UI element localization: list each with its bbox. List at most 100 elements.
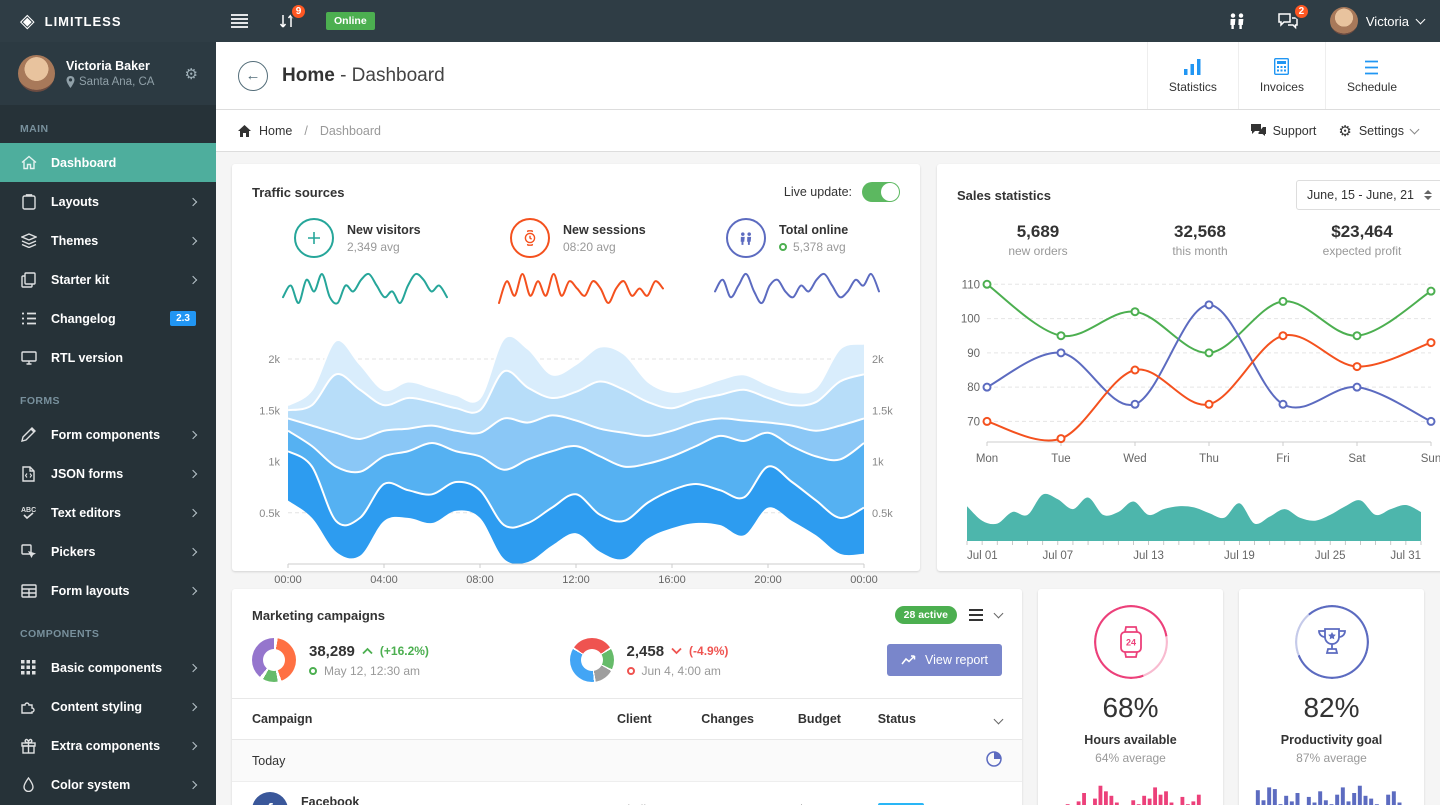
trophy-icon	[1315, 626, 1349, 658]
watch-24-icon: 24	[1116, 625, 1146, 659]
svg-text:20:00: 20:00	[754, 574, 782, 586]
sidebar-item-color-system[interactable]: Color system	[0, 765, 216, 804]
messages-count-badge: 2	[1293, 3, 1310, 20]
sidebar-item-extra-components[interactable]: Extra components	[0, 726, 216, 765]
svg-text:0.5k: 0.5k	[872, 508, 893, 520]
sidebar-item-rtl-version[interactable]: RTL version	[0, 338, 216, 377]
svg-text:Jul 13: Jul 13	[1133, 550, 1164, 562]
col-status[interactable]: Status	[868, 699, 951, 740]
campaign-donut-1	[252, 638, 296, 682]
sidebar-item-form-components[interactable]: Form components	[0, 415, 216, 454]
profile-settings-gear-icon[interactable]: ⚙	[185, 65, 198, 83]
brand[interactable]: ◈ LIMITLESS	[0, 12, 216, 31]
svg-text:Thu: Thu	[1199, 453, 1219, 465]
user-menu[interactable]: Victoria	[1314, 7, 1440, 35]
settings-link[interactable]: ⚙ Settings	[1338, 122, 1418, 140]
updates-count-badge: 9	[290, 3, 307, 20]
sidebar-item-layouts[interactable]: Layouts	[0, 182, 216, 221]
col-budget[interactable]: Budget	[788, 699, 868, 740]
svg-text:90: 90	[967, 348, 980, 360]
chevron-down-icon[interactable]	[994, 715, 1004, 725]
hours-available-card: 24 68% Hours available 64% average	[1038, 589, 1223, 805]
sidebar-item-json-forms[interactable]: JSON forms	[0, 454, 216, 493]
header-actions: Statistics Invoices Schedule	[1147, 42, 1418, 109]
view-report-button[interactable]: View report	[887, 644, 1002, 676]
app-window: ◈ LIMITLESS 9 Online	[0, 0, 1440, 805]
sidebar-item-form-layouts[interactable]: Form layouts	[0, 571, 216, 610]
online-status[interactable]: Online	[311, 0, 390, 42]
table-group-row: Today	[232, 740, 1022, 782]
sidebar-item-themes[interactable]: Themes	[0, 221, 216, 260]
sidebar-toggle-button[interactable]	[216, 0, 263, 42]
breadcrumb-current: Dashboard	[320, 124, 381, 138]
chevron-right-icon	[189, 702, 197, 710]
messages-button[interactable]: 2	[1262, 0, 1314, 42]
sidebar-item-basic-components[interactable]: Basic components	[0, 648, 216, 687]
monthly-sales-chart: Jul 01Jul 07Jul 13Jul 19Jul 25Jul 31	[957, 477, 1440, 561]
sidebar-item-changelog[interactable]: Changelog 2.3	[0, 299, 216, 338]
svg-text:0.5k: 0.5k	[259, 508, 280, 520]
user-avatar	[1330, 7, 1358, 35]
sidebar-item-dashboard[interactable]: Dashboard	[0, 143, 216, 182]
table-row-facebook[interactable]: f Facebook 02:00 - 03:00 Mintlime	[232, 782, 1022, 805]
sidebar-item-pickers[interactable]: Pickers	[0, 532, 216, 571]
this-month-stat: 32,568 this month	[1119, 222, 1281, 258]
hours-bar-chart	[1054, 777, 1207, 805]
svg-text:08:00: 08:00	[466, 574, 494, 586]
profile-location: Santa Ana, CA	[79, 76, 154, 88]
calculator-icon	[1274, 57, 1289, 75]
puzzle-icon	[20, 698, 37, 715]
bar-chart-icon	[1184, 57, 1201, 75]
location-pin-icon	[66, 76, 75, 88]
productivity-bar-chart	[1255, 777, 1408, 805]
live-update-toggle[interactable]	[862, 182, 900, 202]
git-updates-button[interactable]: 9	[263, 0, 311, 42]
col-campaign[interactable]: Campaign	[232, 699, 607, 740]
sales-card-title: Sales statistics	[957, 188, 1051, 203]
svg-text:70: 70	[967, 416, 980, 428]
chevron-down-icon	[1416, 15, 1426, 25]
invoices-action[interactable]: Invoices	[1238, 42, 1325, 109]
col-changes[interactable]: Changes	[691, 699, 788, 740]
sidebar-item-text-editors[interactable]: ABC Text editors	[0, 493, 216, 532]
watch-icon	[510, 218, 550, 258]
svg-text:00:00: 00:00	[850, 574, 878, 586]
watch-ring: 24	[1094, 605, 1168, 679]
col-client[interactable]: Client	[607, 699, 691, 740]
card-menu-icon[interactable]	[969, 609, 983, 621]
campaign-stat-2: 2,458 (-4.9%) Jun 4, 4:00 am	[570, 638, 888, 682]
display-icon	[20, 349, 37, 366]
svg-text:Jul 31: Jul 31	[1390, 550, 1421, 562]
svg-text:1k: 1k	[268, 457, 280, 469]
svg-text:1.5k: 1.5k	[259, 405, 280, 417]
sales-statistics-card: Sales statistics June, 15 - June, 21 5,6…	[937, 164, 1440, 571]
date-range-select[interactable]: June, 15 - June, 21	[1296, 180, 1440, 210]
sidebar-item-starter-kit[interactable]: Starter kit	[0, 260, 216, 299]
new-visitors-stat: New visitors 2,349 avg	[252, 218, 468, 308]
sidebar-item-content-styling[interactable]: Content styling	[0, 687, 216, 726]
svg-text:Jul 07: Jul 07	[1042, 550, 1073, 562]
campaign-stat-1: 38,289 (+16.2%) May 12, 12:30 am	[252, 638, 570, 682]
trend-down-icon	[671, 647, 682, 655]
section-title-main: MAIN	[0, 105, 216, 143]
svg-text:1.5k: 1.5k	[872, 405, 893, 417]
chevron-right-icon	[189, 741, 197, 749]
grid-icon	[20, 659, 37, 676]
chevron-right-icon	[189, 508, 197, 516]
breadcrumb-home[interactable]: Home	[259, 124, 292, 138]
statistics-action[interactable]: Statistics	[1147, 42, 1238, 109]
svg-text:Jul 25: Jul 25	[1315, 550, 1346, 562]
back-button[interactable]: ←	[238, 61, 268, 91]
svg-text:00:00: 00:00	[274, 574, 302, 586]
svg-text:Tue: Tue	[1051, 453, 1070, 465]
expected-profit-stat: $23,464 expected profit	[1281, 222, 1440, 258]
svg-text:24: 24	[1125, 638, 1135, 648]
chevron-down-icon[interactable]	[994, 609, 1004, 619]
support-link[interactable]: Support	[1251, 124, 1317, 138]
visitors-sparkline	[280, 268, 450, 308]
users-icon	[726, 218, 766, 258]
schedule-action[interactable]: Schedule	[1325, 42, 1418, 109]
users-button[interactable]	[1212, 0, 1262, 42]
gear-icon: ⚙	[1338, 122, 1351, 140]
section-title-components: COMPONENTS	[0, 610, 216, 648]
